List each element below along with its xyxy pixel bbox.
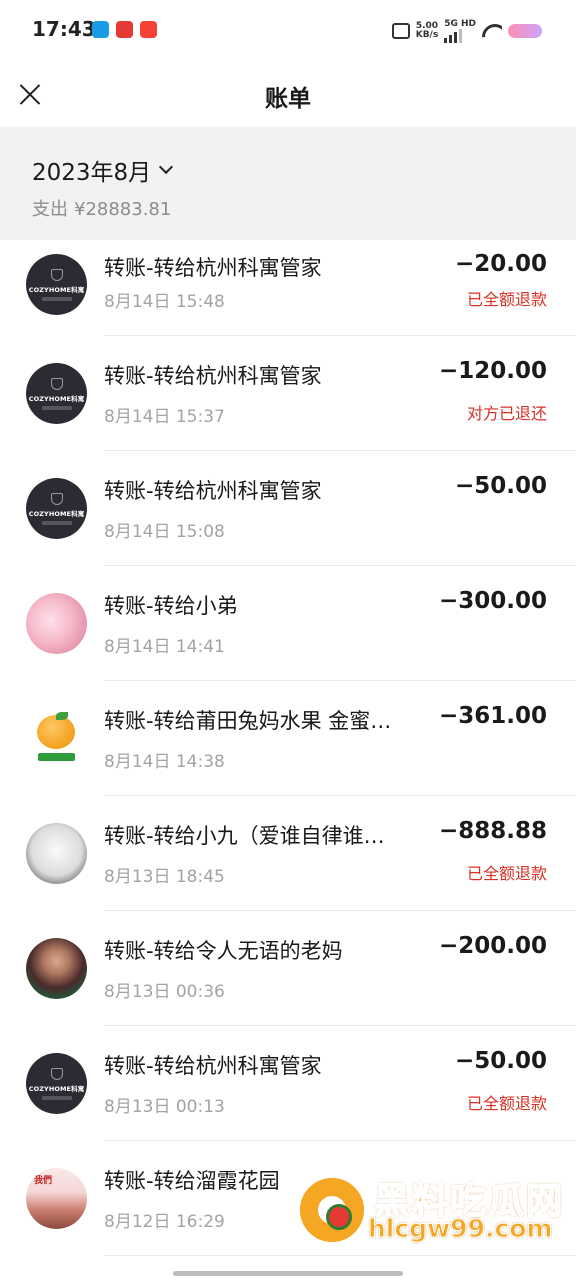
page-title: 账单	[265, 86, 311, 112]
transaction-amount: −888.88	[438, 818, 547, 844]
cozyhome-logo-avatar: COZYHOME科寓	[26, 478, 87, 539]
transaction-time: 8月14日 15:37	[104, 407, 225, 427]
status-time: 17:43	[32, 17, 96, 41]
transaction-row[interactable]: 转账-转给莆田兔妈水果 金蜜… 8月14日 14:38 −361.00	[0, 681, 576, 796]
transaction-time: 8月14日 15:48	[104, 292, 225, 312]
transaction-row[interactable]: COZYHOME科寓 转账-转给杭州科寓管家 8月14日 15:37 −120.…	[0, 336, 576, 451]
network-type: 5G HD	[444, 19, 476, 43]
woman-photo-avatar	[26, 938, 87, 999]
transaction-row[interactable]: 转账-转给令人无语的老妈 8月13日 00:36 −200.00	[0, 911, 576, 1026]
transaction-row[interactable]: 转账-转给小弟 8月14日 14:41 −300.00	[0, 566, 576, 681]
orange-fruit-avatar	[26, 708, 87, 769]
cozyhome-logo-avatar: COZYHOME科寓	[26, 363, 87, 424]
transaction-row[interactable]: 转账-转给小九（爱谁自律谁… 8月13日 18:45 −888.88 已全额退款	[0, 796, 576, 911]
transaction-time: 8月13日 00:13	[104, 1097, 225, 1117]
transaction-row[interactable]: COZYHOME科寓 转账-转给杭州科寓管家 8月14日 15:48 −20.0…	[0, 240, 576, 336]
status-indicators: 5.00 KB/s 5G HD	[391, 19, 542, 43]
cozyhome-logo-avatar: COZYHOME科寓	[26, 254, 87, 315]
wifi-icon	[482, 24, 502, 38]
transaction-title: 转账-转给小九（爱谁自律谁…	[104, 824, 385, 848]
couple-photo-avatar: 我們	[26, 1168, 87, 1229]
transaction-row[interactable]: COZYHOME科寓 转账-转给杭州科寓管家 8月13日 00:13 −50.0…	[0, 1026, 576, 1141]
month-label: 2023年8月	[32, 160, 152, 186]
transaction-title: 转账-转给小弟	[104, 594, 238, 618]
network-speed: 5.00 KB/s	[415, 21, 439, 40]
transaction-amount: −200.00	[438, 933, 547, 959]
transaction-status: 已全额退款	[466, 290, 547, 309]
transaction-time: 8月13日 18:45	[104, 867, 225, 887]
transaction-status: 已全额退款	[466, 864, 547, 883]
app-notification-icon	[140, 21, 157, 38]
transaction-amount: −361.00	[438, 703, 547, 729]
transaction-title: 转账-转给令人无语的老妈	[104, 939, 343, 963]
transaction-time: 8月14日 14:38	[104, 752, 225, 772]
chevron-down-icon	[159, 159, 174, 175]
site-watermark: 黑料吃瓜网 hlcgw99.com	[296, 1170, 576, 1252]
transaction-row[interactable]: COZYHOME科寓 转账-转给杭州科寓管家 8月14日 15:08 −50.0…	[0, 451, 576, 566]
battery-icon	[508, 24, 542, 38]
home-indicator[interactable]	[173, 1271, 403, 1276]
transaction-amount: −50.00	[454, 1048, 547, 1074]
transaction-title: 转账-转给莆田兔妈水果 金蜜…	[104, 709, 392, 733]
transaction-amount: −300.00	[438, 588, 547, 614]
app-notification-icon	[116, 21, 133, 38]
status-bar: 17:43 5.00 KB/s 5G HD	[0, 0, 576, 62]
nav-bar: 账单	[0, 62, 576, 126]
transaction-status: 对方已退还	[466, 404, 547, 423]
month-summary: 2023年8月 支出 ¥28883.81	[0, 127, 576, 240]
vibrate-icon	[391, 23, 410, 39]
spend-label: 支出	[32, 199, 68, 220]
transaction-title: 转账-转给杭州科寓管家	[104, 479, 322, 503]
transaction-time: 8月12日 16:29	[104, 1212, 225, 1232]
watermark-url: hlcgw99.com	[368, 1214, 554, 1244]
watermark-logo-icon	[296, 1174, 368, 1246]
transaction-title: 转账-转给杭州科寓管家	[104, 256, 322, 280]
spend-total: 支出 ¥28883.81	[32, 195, 177, 221]
transaction-time: 8月14日 15:08	[104, 522, 225, 542]
sketch-girl-avatar	[26, 823, 87, 884]
transaction-amount: −20.00	[454, 251, 547, 277]
anime-girl-avatar	[26, 593, 87, 654]
transaction-time: 8月13日 00:36	[104, 982, 225, 1002]
transaction-status: 已全额退款	[466, 1094, 547, 1113]
signal-icon	[444, 28, 476, 43]
transaction-amount: −50.00	[454, 473, 547, 499]
transaction-time: 8月14日 14:41	[104, 637, 225, 657]
transaction-title: 转账-转给溜霞花园	[104, 1169, 280, 1193]
app-notification-icon	[92, 21, 109, 38]
transaction-title: 转账-转给杭州科寓管家	[104, 1054, 322, 1078]
transaction-list: COZYHOME科寓 转账-转给杭州科寓管家 8月14日 15:48 −20.0…	[0, 240, 576, 1256]
month-selector[interactable]: 2023年8月	[32, 153, 174, 187]
transaction-title: 转账-转给杭州科寓管家	[104, 364, 322, 388]
cozyhome-logo-avatar: COZYHOME科寓	[26, 1053, 87, 1114]
transaction-amount: −120.00	[438, 358, 547, 384]
spend-amount: ¥28883.81	[74, 199, 172, 220]
